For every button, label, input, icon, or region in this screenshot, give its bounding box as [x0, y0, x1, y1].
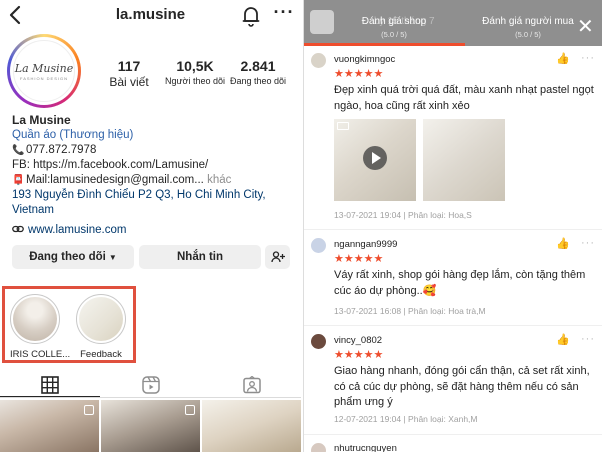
tagged-icon[interactable] [243, 376, 261, 394]
rating-stars: ★★★★★ [334, 68, 384, 80]
website-link[interactable]: www.lamusine.com [28, 224, 126, 236]
bio-more-link[interactable]: khác [207, 174, 231, 186]
review-video[interactable] [334, 119, 416, 201]
review-photo[interactable] [423, 119, 505, 201]
highlight-label: IRIS COLLE... [10, 349, 71, 360]
post-grid [0, 400, 301, 452]
post-thumbnail[interactable] [101, 400, 200, 452]
highlight-thumbnail [13, 297, 57, 341]
rating-stars: ★★★★★ [334, 253, 384, 265]
profile-top-bar: la.musine ··· [0, 0, 301, 32]
highlight-thumbnail [79, 297, 123, 341]
grid-icon[interactable] [41, 376, 59, 394]
reviewer-name: nhutrucnguyen [334, 443, 397, 452]
bio-phone-row: 📞 077.872.7978 [12, 143, 297, 158]
reviewer-avatar [311, 334, 326, 349]
story-highlights-box: IRIS COLLE... Feedback [2, 286, 136, 363]
review-text: Váy rất xinh, shop gói hàng đẹp lắm, còn… [334, 269, 586, 297]
phone-icon: 📞 [12, 145, 25, 156]
logo-subtext: FASHION DESIGN [19, 75, 68, 81]
add-person-button[interactable] [265, 245, 290, 269]
website-row[interactable]: www.lamusine.com [12, 223, 297, 238]
review-text: Giao hàng nhanh, đóng gói cẩn thận, cả s… [334, 365, 590, 408]
stat-followers-value: 10,5K [176, 58, 214, 74]
add-person-icon [270, 251, 285, 263]
reel-icon [84, 405, 94, 415]
stat-posts-value: 117 [117, 58, 141, 74]
play-icon[interactable] [363, 146, 387, 170]
bio-address-line2[interactable]: Vietnam [12, 203, 297, 218]
profile-tabs [0, 374, 301, 398]
bio-facebook: FB: https://m.facebook.com/Lamusine/ [12, 159, 209, 171]
more-icon[interactable]: ··· [581, 52, 595, 64]
tab-shop-rating[interactable]: Đánh giá shop (5.0 / 5) [334, 16, 454, 39]
link-icon [12, 225, 24, 233]
message-button-label: Nhắn tin [177, 251, 223, 263]
stat-posts[interactable]: 117 Bài viết [104, 58, 154, 89]
highlight-label: Feedback [80, 349, 122, 360]
tab-shop-rating-score: (5.0 / 5) [381, 30, 407, 39]
bell-icon[interactable] [241, 5, 261, 27]
reviews-story-panel: by 15 tháng 7 Đánh giá shop (5.0 / 5) Đá… [303, 0, 602, 452]
mailbox-icon: 📮 [12, 175, 25, 186]
following-button-label: Đang theo dõi [29, 251, 106, 263]
highlight-feedback[interactable]: Feedback [76, 294, 126, 360]
review-meta: 13-07-2021 16:08 | Phân loại: Hoa trà,M [334, 306, 486, 316]
highlight-circle [10, 294, 60, 344]
reels-icon[interactable] [142, 376, 160, 394]
stat-following-value: 2.841 [240, 58, 276, 74]
reviewer-avatar [311, 238, 326, 253]
logo-text: La Musine [14, 61, 74, 75]
bio-mail-row: 📮 Mail:lamusinedesign@gmail.com... khác [12, 173, 297, 188]
like-icon[interactable]: 👍 [556, 52, 570, 65]
review-meta: 13-07-2021 19:04 | Phân loại: Hoa,S [334, 210, 472, 220]
carousel-icon [185, 405, 195, 415]
bio-address-line1[interactable]: 193 Nguyễn Đình Chiểu P2 Q3, Ho Chi Minh… [12, 188, 297, 203]
stat-followers[interactable]: 10,5K Người theo dõi [163, 58, 227, 86]
reviews-header: by 15 tháng 7 Đánh giá shop (5.0 / 5) Đá… [304, 0, 602, 46]
review-text: Đẹp xinh quá trời quá đất, màu xanh nhạt… [334, 84, 594, 112]
profile-bio: La Musine Quần áo (Thương hiệu) 📞 077.872… [12, 113, 297, 238]
like-icon[interactable]: 👍 [556, 237, 570, 250]
review-item: nganngan9999 👍 ··· ★★★★★ Váy rất xinh, s… [304, 231, 602, 326]
stat-following[interactable]: 2.841 Đang theo dõi [229, 58, 287, 86]
bio-mail: Mail:lamusinedesign@gmail.com... [26, 174, 204, 186]
more-options-icon[interactable]: ··· [272, 3, 296, 25]
more-icon[interactable]: ··· [581, 333, 595, 345]
active-tab-indicator [0, 396, 100, 397]
post-thumbnail[interactable] [0, 400, 99, 452]
rating-stars: ★★★★★ [334, 349, 384, 361]
reviewer-name: vincy_0802 [334, 335, 383, 346]
shop-avatar [310, 10, 334, 34]
stat-following-label: Đang theo dõi [229, 76, 287, 86]
close-icon[interactable]: ✕ [577, 14, 594, 39]
reviewer-avatar [311, 443, 326, 452]
reviewer-name: vuongkimngoc [334, 54, 396, 65]
video-icon [337, 122, 349, 130]
highlight-circle [76, 294, 126, 344]
like-icon[interactable]: 👍 [556, 333, 570, 346]
message-button[interactable]: Nhắn tin [139, 245, 261, 269]
profile-avatar[interactable]: La Musine FASHION DESIGN [7, 34, 81, 108]
review-meta: 12-07-2021 19:04 | Phân loại: Xanh,M [334, 414, 478, 424]
bio-phone: 077.872.7978 [26, 144, 97, 156]
post-thumbnail[interactable] [202, 400, 301, 452]
brand-logo: La Musine FASHION DESIGN [13, 40, 75, 102]
profile-category[interactable]: Quần áo (Thương hiệu) [12, 128, 297, 143]
reviewer-name: nganngan9999 [334, 239, 398, 250]
stat-followers-label: Người theo dõi [165, 76, 225, 86]
highlight-iris-collection[interactable]: IRIS COLLE... [10, 294, 71, 360]
following-button[interactable]: Đang theo dõi ▼ [12, 245, 134, 269]
reviewer-avatar [311, 53, 326, 68]
tab-shop-rating-label: Đánh giá shop [361, 16, 427, 27]
review-item: vuongkimngoc 👍 ··· ★★★★★ Đẹp xinh quá tr… [304, 46, 602, 230]
avatar-border: La Musine FASHION DESIGN [10, 37, 78, 105]
review-item: vincy_0802 👍 ··· ★★★★★ Giao hàng nhanh, … [304, 327, 602, 435]
review-item: nhutrucnguyen [304, 436, 602, 452]
profile-name: La Musine [12, 113, 71, 127]
chevron-down-icon: ▼ [108, 252, 117, 262]
stat-posts-label: Bài viết [109, 75, 149, 89]
instagram-profile-panel: la.musine ··· La Musine FASHION DESIGN 1… [0, 0, 301, 452]
more-icon[interactable]: ··· [581, 237, 595, 249]
